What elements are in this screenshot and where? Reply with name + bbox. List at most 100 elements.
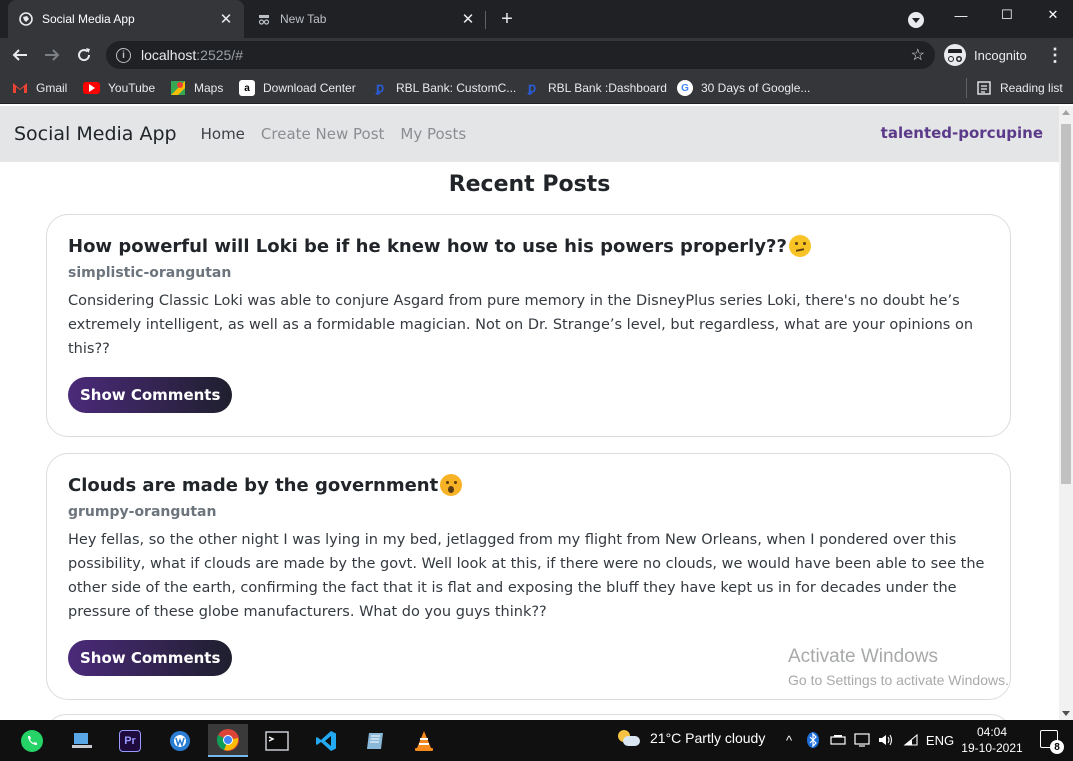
bookmark-label: RBL Bank: CustomC... — [396, 81, 517, 95]
bookmark-label: Download Center — [263, 81, 356, 95]
bookmark-label: 30 Days of Google... — [701, 81, 811, 95]
app-navbar: Social Media App Home Create New Post My… — [0, 106, 1059, 162]
bluetooth-icon[interactable] — [806, 730, 820, 750]
close-window-button[interactable]: ✕ — [1030, 0, 1073, 30]
bookmark-label: RBL Bank :Dashboard — [548, 81, 667, 95]
app-brand[interactable]: Social Media App — [14, 123, 177, 145]
scroll-down-arrow-icon[interactable] — [1062, 711, 1070, 716]
bookmark-label: Gmail — [36, 81, 68, 95]
browser-menu-icon[interactable]: ⋮ — [1046, 42, 1064, 68]
whatsapp-icon[interactable] — [12, 724, 52, 757]
post-title: Clouds are made by the government — [68, 474, 990, 496]
rbl-icon: ꝑ — [375, 80, 385, 95]
web-page: Social Media App Home Create New Post My… — [0, 106, 1059, 720]
back-arrow-icon[interactable] — [7, 42, 33, 68]
incognito-icon — [256, 11, 272, 27]
display-icon[interactable] — [853, 730, 871, 750]
show-comments-button[interactable]: Show Comments — [68, 640, 233, 676]
tab-new-tab[interactable]: New Tab ✕ — [246, 0, 486, 38]
incognito-profile-button[interactable]: Incognito — [944, 42, 1027, 68]
bookmark-rbl-dashboard[interactable]: ꝑ RBL Bank :Dashboard — [524, 79, 667, 97]
watermark-subtitle: Go to Settings to activate Windows. — [788, 672, 1009, 688]
post-card: How powerful will Loki be if he knew how… — [46, 214, 1011, 437]
new-tab-button[interactable]: + — [494, 6, 520, 32]
bookmark-rbl-customc[interactable]: ꝑ RBL Bank: CustomC... — [372, 79, 516, 97]
bookmark-star-icon[interactable]: ☆ — [911, 45, 925, 65]
scroll-thumb[interactable] — [1061, 124, 1071, 484]
bookmarks-divider — [966, 78, 967, 98]
nav-create-new-post[interactable]: Create New Post — [261, 125, 384, 143]
address-path: :2525/# — [196, 47, 243, 63]
page-scrollbar[interactable] — [1059, 106, 1073, 720]
show-comments-button[interactable]: Show Comments — [68, 377, 233, 413]
clock-time: 04:04 — [976, 725, 1008, 739]
partly-cloudy-icon — [618, 730, 640, 746]
fearful-face-icon — [440, 474, 463, 496]
scroll-up-arrow-icon[interactable] — [1062, 110, 1070, 115]
maps-icon — [170, 80, 186, 96]
bookmarks-bar: Gmail YouTube Maps a Download Center ꝑ R… — [0, 72, 1073, 104]
chevron-up-icon[interactable]: ^ — [782, 730, 796, 750]
bookmark-30-days-google[interactable]: G 30 Days of Google... — [677, 79, 810, 97]
tab-search-icon[interactable] — [908, 12, 924, 28]
post-body: Considering Classic Loki was able to con… — [68, 293, 974, 357]
terminal-icon[interactable] — [257, 724, 297, 757]
close-tab-icon[interactable]: ✕ — [216, 9, 236, 29]
gmail-icon — [12, 80, 28, 96]
post-title-text: How powerful will Loki be if he knew how… — [68, 235, 787, 257]
system-clock[interactable]: 04:04 19-10-2021 — [960, 724, 1024, 756]
wifi-icon[interactable] — [902, 730, 920, 750]
reading-list-button[interactable]: Reading list — [976, 79, 1063, 97]
address-host: localhost — [141, 47, 197, 63]
tab-social-media-app[interactable]: Social Media App ✕ — [8, 0, 244, 38]
reading-list-icon — [976, 80, 992, 96]
reload-icon[interactable] — [71, 42, 97, 68]
post-title: How powerful will Loki be if he knew how… — [68, 235, 990, 257]
maximize-button[interactable]: ☐ — [984, 0, 1030, 30]
notification-count-badge: 8 — [1050, 740, 1064, 754]
volume-icon[interactable] — [877, 730, 895, 750]
amazon-icon: a — [239, 80, 255, 96]
forward-arrow-icon[interactable] — [39, 42, 65, 68]
incognito-icon — [944, 44, 966, 66]
computer-icon[interactable] — [62, 724, 102, 757]
page-title: Recent Posts — [448, 172, 611, 197]
incognito-label: Incognito — [974, 47, 1027, 63]
watermark-title: Activate Windows — [788, 646, 938, 667]
vscode-icon[interactable] — [306, 724, 346, 757]
premiere-pro-icon[interactable]: Pr — [110, 724, 150, 757]
bookmark-youtube[interactable]: YouTube — [83, 79, 155, 97]
browser-tab-bar: Social Media App ✕ New Tab ✕ + — ☐ ✕ — [0, 0, 1073, 38]
usb-drive-icon[interactable] — [829, 730, 847, 750]
chrome-icon[interactable] — [208, 724, 248, 757]
weather-widget[interactable]: 21°C Partly cloudy — [618, 730, 765, 746]
post-author: simplistic-orangutan — [68, 265, 232, 281]
nav-home[interactable]: Home — [201, 125, 245, 143]
thinking-face-icon — [788, 235, 811, 257]
post-title-text: Clouds are made by the government — [68, 474, 439, 496]
language-indicator[interactable]: ENG — [926, 730, 954, 750]
google-icon: G — [677, 80, 693, 96]
bookmark-label: YouTube — [108, 81, 156, 95]
site-info-icon[interactable]: i — [116, 47, 131, 63]
bookmark-gmail[interactable]: Gmail — [12, 79, 67, 97]
globe-icon — [18, 11, 34, 27]
tab-title: New Tab — [280, 12, 327, 26]
windows-taskbar: Pr 21°C Partly cloudy ^ ENG 04:04 19-10-… — [0, 720, 1073, 761]
bookmark-download-center[interactable]: a Download Center — [239, 79, 356, 97]
username-link[interactable]: talented-porcupine — [881, 124, 1043, 142]
notebook-app-icon[interactable] — [355, 724, 395, 757]
activate-windows-watermark: Activate Windows Go to Settings to activ… — [788, 646, 1009, 688]
address-bar[interactable]: i localhost:2525/# ☆ — [106, 41, 935, 69]
browser-toolbar: i localhost:2525/# ☆ Incognito ⋮ — [0, 38, 1073, 72]
post-body: Hey fellas, so the other night I was lyi… — [68, 532, 985, 620]
close-tab-icon[interactable]: ✕ — [458, 9, 478, 29]
vlc-icon[interactable] — [404, 724, 444, 757]
nav-my-posts[interactable]: My Posts — [400, 125, 466, 143]
weather-text: 21°C Partly cloudy — [650, 730, 766, 746]
tab-title: Social Media App — [42, 12, 135, 26]
minimize-button[interactable]: — — [938, 0, 984, 30]
word-app-icon[interactable] — [160, 724, 200, 757]
post-author: grumpy-orangutan — [68, 504, 217, 520]
bookmark-maps[interactable]: Maps — [170, 79, 223, 97]
